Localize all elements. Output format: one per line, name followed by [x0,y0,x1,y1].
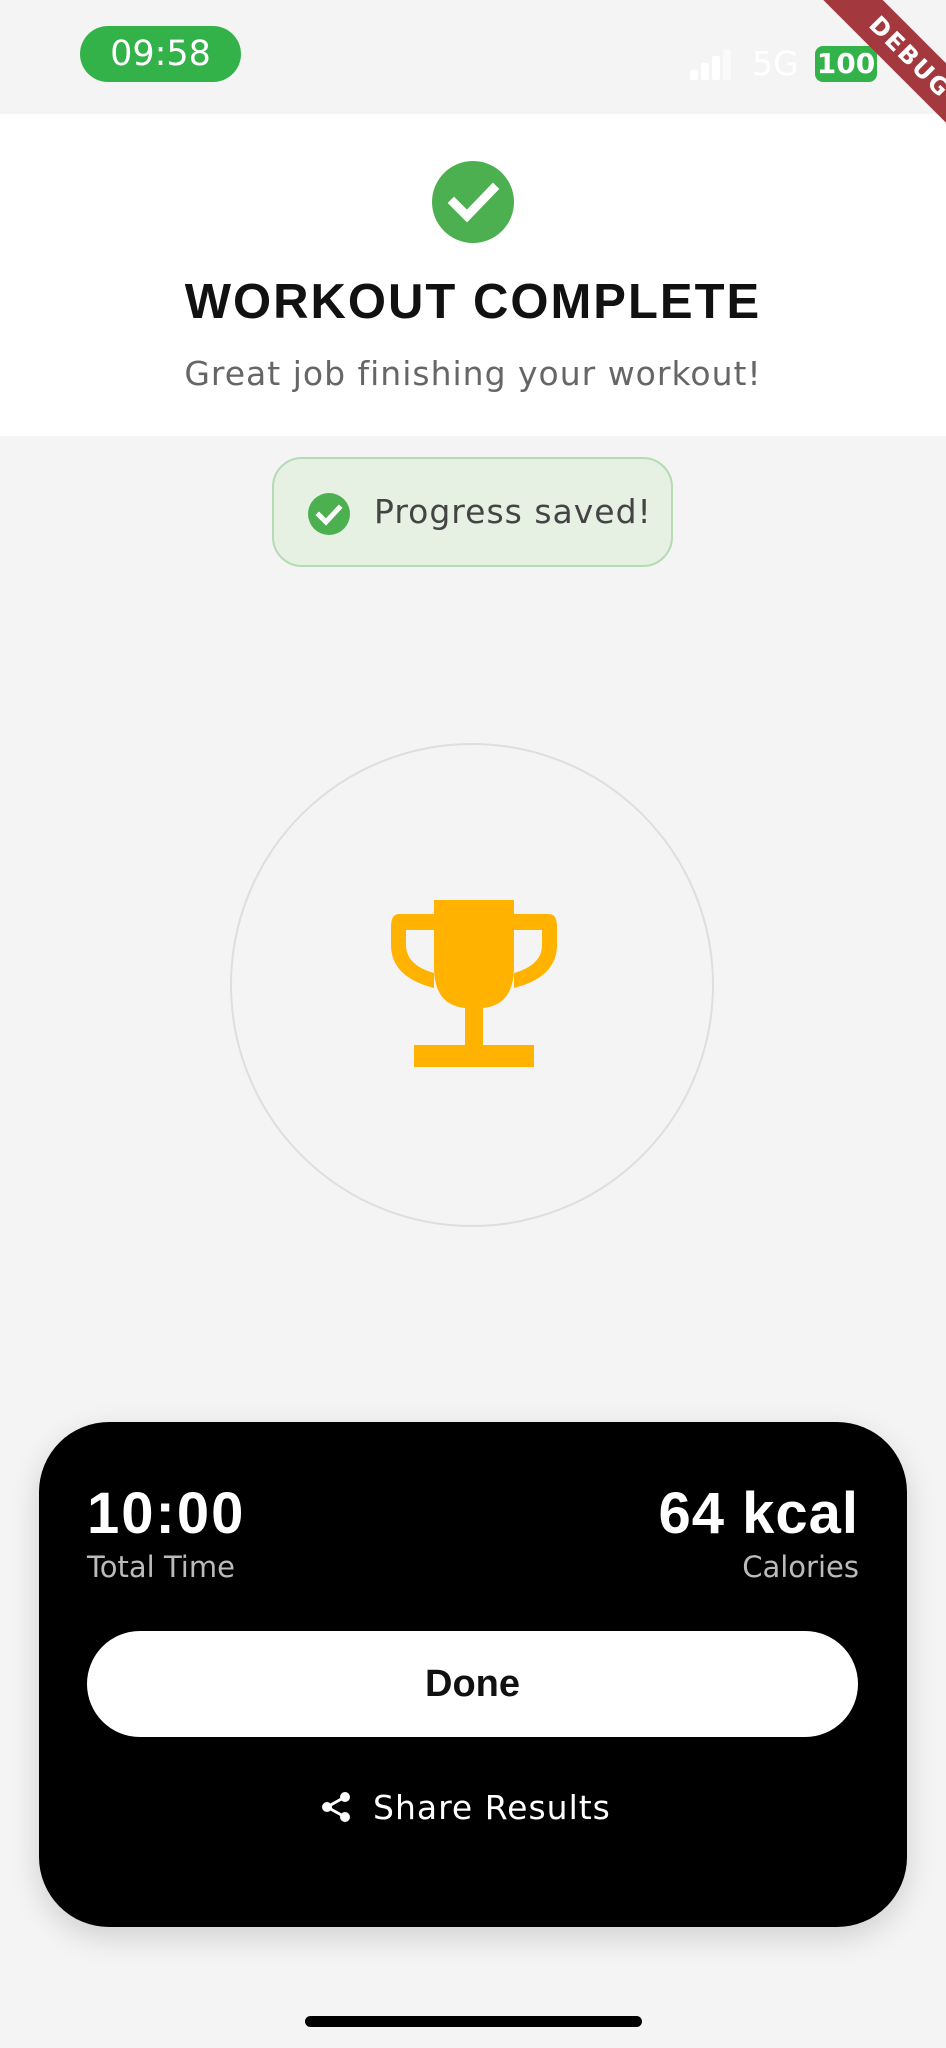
calories-value: 64 kcal [658,1481,859,1546]
done-button[interactable]: Done [87,1631,858,1737]
page-subtitle: Great job finishing your workout! [184,354,762,393]
battery-indicator: 100 [815,46,877,82]
total-time-value: 10:00 [87,1481,246,1546]
network-type: 5G [752,44,799,83]
share-icon [322,1792,350,1822]
header-card: WORKOUT COMPLETE Great job finishing you… [0,114,946,436]
toast-message: Progress saved! [374,492,652,531]
status-time: 09:58 [80,26,241,82]
total-time-label: Total Time [87,1550,235,1584]
workout-summary-panel: 10:00 Total Time 64 kcal Calories Done S… [39,1422,907,1927]
page-title: WORKOUT COMPLETE [184,275,762,329]
trophy-icon [391,900,557,1067]
check-circle-icon [432,161,514,243]
trophy-badge [230,743,714,1227]
home-indicator [305,2016,642,2027]
check-circle-icon [308,493,350,535]
calories-label: Calories [742,1550,859,1584]
signal-icon [690,48,731,80]
progress-saved-toast: Progress saved! [272,457,673,567]
share-results-button[interactable]: Share Results [319,1768,629,1848]
status-bar: 09:58 5G 100 [0,0,946,112]
share-results-label: Share Results [373,1788,611,1827]
